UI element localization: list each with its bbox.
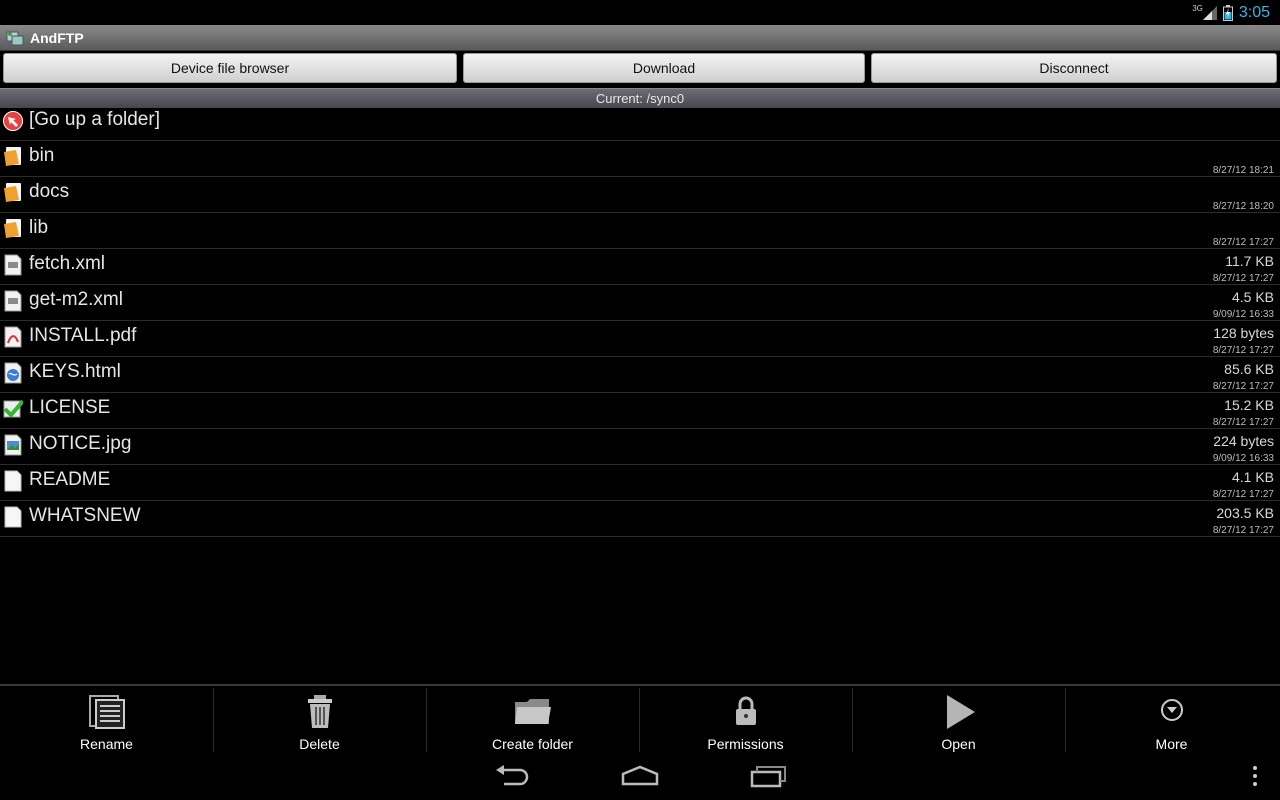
action-bar: Rename Delete Create folder Permissions xyxy=(0,684,1280,754)
file-name: docs xyxy=(29,181,70,202)
navigation-bar xyxy=(0,752,1280,800)
file-size: 85.6 KB xyxy=(1224,361,1274,377)
xml-file-icon xyxy=(4,290,22,312)
andftp-app-icon xyxy=(6,31,24,45)
text-file-icon xyxy=(4,506,22,528)
file-date: 8/27/12 18:21 xyxy=(1212,165,1274,176)
file-name: fetch.xml xyxy=(29,253,106,274)
delete-button[interactable]: Delete xyxy=(213,686,426,754)
create-folder-label: Create folder xyxy=(492,736,573,752)
delete-label: Delete xyxy=(299,736,340,752)
file-name: lib xyxy=(29,217,49,238)
network-type-label: 3G xyxy=(1192,3,1203,13)
text-file-icon xyxy=(4,470,22,492)
file-name: [Go up a folder] xyxy=(29,109,160,130)
folder-icon xyxy=(4,147,21,166)
create-folder-button[interactable]: Create folder xyxy=(426,686,639,754)
folder-icon xyxy=(4,183,21,202)
app-title: AndFTP xyxy=(30,29,84,46)
file-date: 8/27/12 17:27 xyxy=(1212,381,1274,392)
list-item-lib[interactable]: lib 8/27/12 17:27 xyxy=(0,213,1280,249)
list-item-whatsnew[interactable]: WHATSNEW 203.5 KB 8/27/12 17:27 xyxy=(0,501,1280,537)
list-item-fetch-xml[interactable]: fetch.xml 11.7 KB 8/27/12 17:27 xyxy=(0,249,1280,285)
download-button[interactable]: Download xyxy=(463,53,865,83)
file-name: get-m2.xml xyxy=(29,289,123,310)
file-name: bin xyxy=(29,145,55,166)
list-item-docs[interactable]: docs 8/27/12 18:20 xyxy=(0,177,1280,213)
permissions-label: Permissions xyxy=(707,736,784,752)
rename-icon xyxy=(88,695,125,729)
file-size: 11.7 KB xyxy=(1225,253,1274,269)
list-item-keys-html[interactable]: KEYS.html 85.6 KB 8/27/12 17:27 xyxy=(0,357,1280,393)
file-date: 8/27/12 17:27 xyxy=(1212,417,1274,428)
list-item-license[interactable]: LICENSE 15.2 KB 8/27/12 17:27 xyxy=(0,393,1280,429)
file-date: 8/27/12 17:27 xyxy=(1212,237,1274,248)
xml-file-icon xyxy=(4,254,22,276)
checkmark-icon xyxy=(3,399,23,418)
app-title-bar: AndFTP xyxy=(0,25,1280,51)
play-icon xyxy=(946,695,975,729)
signal-icon xyxy=(1202,6,1217,20)
file-size: 203.5 KB xyxy=(1216,505,1274,521)
open-label: Open xyxy=(941,736,976,752)
list-item-install-pdf[interactable]: INSTALL.pdf 128 bytes 8/27/12 17:27 xyxy=(0,321,1280,357)
file-date: 8/27/12 17:27 xyxy=(1212,345,1274,356)
rename-button[interactable]: Rename xyxy=(0,686,213,754)
image-file-icon xyxy=(4,434,22,456)
more-icon xyxy=(1160,699,1183,721)
more-button[interactable]: More xyxy=(1065,686,1278,754)
file-date: 9/09/12 16:33 xyxy=(1212,309,1274,320)
overflow-menu-icon[interactable] xyxy=(1235,762,1275,790)
disconnect-button[interactable]: Disconnect xyxy=(871,53,1277,83)
pdf-file-icon xyxy=(4,326,22,348)
file-name: README xyxy=(29,469,111,490)
file-size: 224 bytes xyxy=(1213,433,1274,449)
more-label: More xyxy=(1155,736,1188,752)
file-size: 4.1 KB xyxy=(1231,469,1274,485)
file-name: NOTICE.jpg xyxy=(29,433,132,454)
list-item-notice-jpg[interactable]: NOTICE.jpg 224 bytes 9/09/12 16:33 xyxy=(0,429,1280,465)
top-button-bar: Device file browser Download Disconnect xyxy=(0,51,1280,87)
file-list: [Go up a folder] bin 8/27/12 18:21 docs … xyxy=(0,105,1280,537)
back-icon[interactable] xyxy=(492,762,532,790)
file-date: 8/27/12 17:27 xyxy=(1212,273,1274,284)
device-file-browser-button[interactable]: Device file browser xyxy=(3,53,457,83)
folder-icon xyxy=(514,699,551,724)
open-button[interactable]: Open xyxy=(852,686,1065,754)
file-size: 15.2 KB xyxy=(1224,397,1274,413)
home-icon[interactable] xyxy=(620,762,660,790)
permissions-button[interactable]: Permissions xyxy=(639,686,852,754)
file-date: 8/27/12 18:20 xyxy=(1212,201,1274,212)
file-name: INSTALL.pdf xyxy=(29,325,137,346)
battery-icon xyxy=(1222,5,1233,21)
rename-label: Rename xyxy=(80,736,133,752)
recent-apps-icon[interactable] xyxy=(748,762,788,790)
go-up-icon xyxy=(3,111,23,131)
file-size: 4.5 KB xyxy=(1231,289,1274,305)
file-date: 8/27/12 17:27 xyxy=(1212,489,1274,500)
file-name: KEYS.html xyxy=(29,361,121,382)
status-icons: 3G 3:05 xyxy=(1192,3,1270,23)
html-file-icon xyxy=(4,362,22,384)
list-item-bin[interactable]: bin 8/27/12 18:21 xyxy=(0,141,1280,177)
status-bar: 3G 3:05 xyxy=(0,0,1280,25)
file-name: LICENSE xyxy=(29,397,111,418)
file-size: 128 bytes xyxy=(1213,325,1274,341)
list-item-readme[interactable]: README 4.1 KB 8/27/12 17:27 xyxy=(0,465,1280,501)
lock-icon xyxy=(735,696,756,725)
list-item-go-up[interactable]: [Go up a folder] xyxy=(0,105,1280,141)
file-name: WHATSNEW xyxy=(29,505,141,526)
status-time: 3:05 xyxy=(1238,4,1270,21)
trash-icon xyxy=(307,695,332,728)
file-date: 9/09/12 16:33 xyxy=(1212,453,1274,464)
file-date: 8/27/12 17:27 xyxy=(1212,525,1274,536)
list-item-get-m2-xml[interactable]: get-m2.xml 4.5 KB 9/09/12 16:33 xyxy=(0,285,1280,321)
folder-icon xyxy=(4,219,21,238)
